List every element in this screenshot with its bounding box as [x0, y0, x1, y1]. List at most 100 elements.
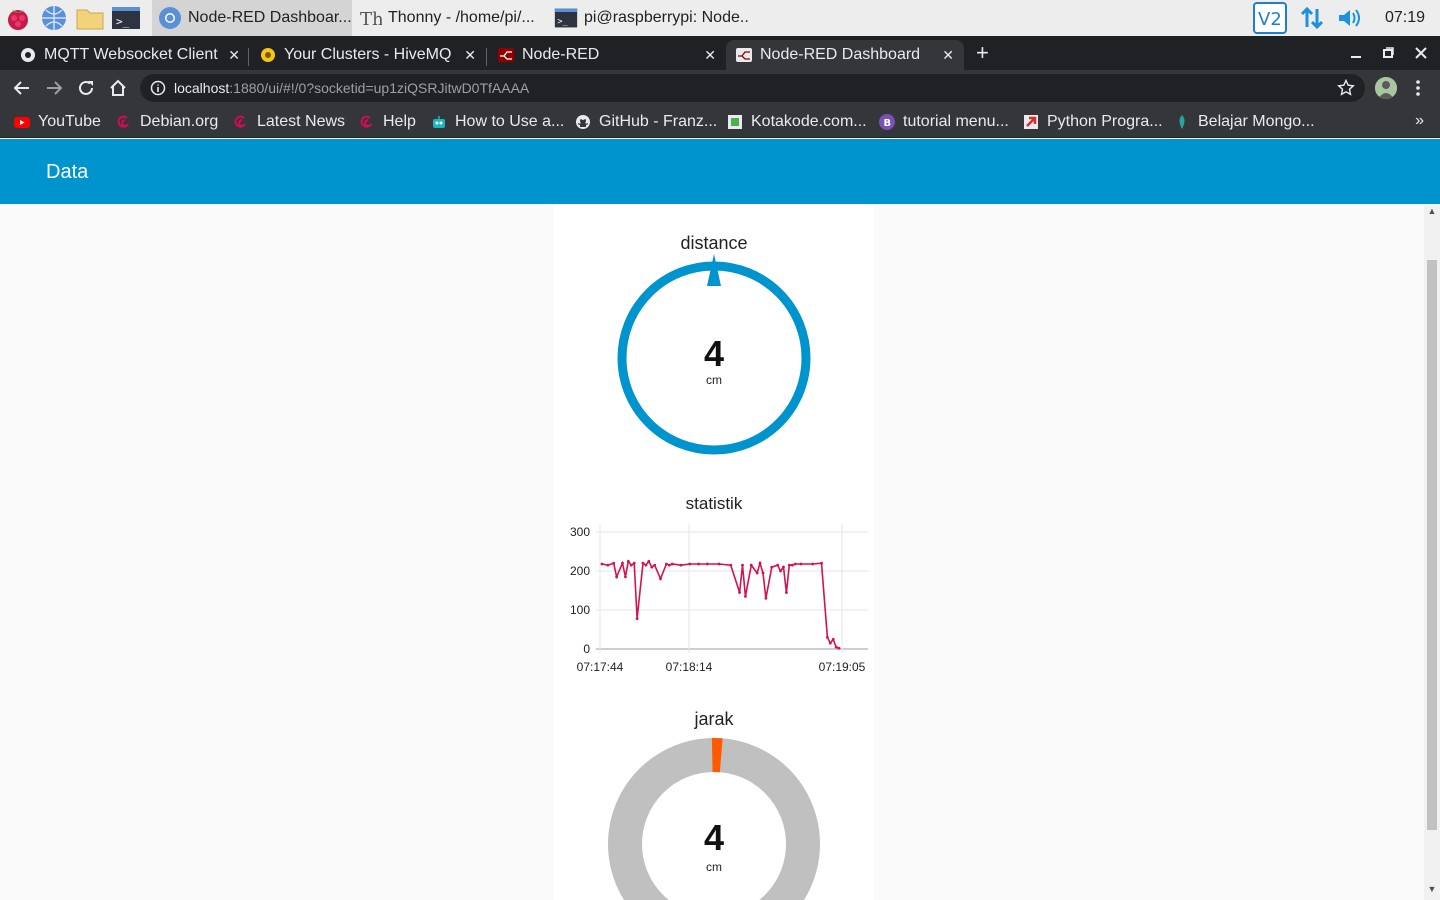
chart-series-line	[601, 559, 840, 649]
chart-data-point	[749, 563, 753, 567]
bookmark-youtube[interactable]: YouTube	[14, 112, 101, 132]
url-host: localhost	[174, 80, 230, 96]
reload-icon[interactable]	[74, 76, 98, 100]
debian-swirl-icon	[234, 115, 246, 128]
bookmark-label: Belajar Mongo...	[1198, 113, 1315, 130]
bookmark-github[interactable]: GitHub - Franz...	[575, 112, 717, 132]
chart-y-tick-label: 200	[570, 564, 590, 578]
chart-data-point	[667, 563, 671, 567]
taskbar-task-chromium[interactable]: Node-RED Dashboar...	[152, 0, 352, 36]
tab-node-red[interactable]: Node-RED ✕	[488, 40, 726, 70]
chart-data-point	[784, 591, 788, 594]
bookmark-belajar-mongo[interactable]: Belajar Mongo...	[1174, 112, 1315, 132]
distance-gauge-value: 4	[704, 333, 724, 374]
raspberry-menu-icon[interactable]	[0, 0, 36, 36]
bookmark-debian[interactable]: Debian.org	[116, 112, 218, 132]
tab-mqtt-websocket-client[interactable]: MQTT Websocket Client ✕	[10, 40, 250, 70]
taskbar-clock[interactable]: 07:19	[1370, 9, 1440, 27]
chart-data-point	[688, 562, 692, 566]
tab-hivemq-clusters[interactable]: Your Clusters - HiveMQ C ✕	[250, 40, 486, 70]
dashboard-content: distance 4 cm statistik 300 200 100 0 07:17:…	[0, 204, 1424, 900]
home-icon[interactable]	[106, 76, 130, 100]
chart-data-point	[837, 646, 841, 650]
dashboard-title: Data	[46, 161, 89, 183]
back-arrow-icon[interactable]	[10, 76, 34, 100]
bookmark-how-to-use[interactable]: How to Use a...	[431, 112, 564, 132]
bookmark-label: Help	[383, 113, 416, 130]
chart-data-point	[758, 561, 762, 565]
chart-y-tick-label: 100	[570, 603, 590, 617]
bookmark-python-progra[interactable]: Python Progra...	[1023, 112, 1163, 132]
web-browser-launcher-icon[interactable]	[36, 0, 72, 36]
taskbar-task-terminal[interactable]: >_ pi@raspberrypi: Node...	[548, 0, 748, 36]
bookmarks-overflow-chevron[interactable]: »	[1415, 112, 1424, 130]
address-bar[interactable]: localhost:1880/ui/#!/0?socketid=up1ziQSR…	[140, 74, 1365, 102]
chart-x-tick-label: 07:18:14	[666, 660, 713, 674]
forward-arrow-icon[interactable]	[42, 76, 66, 100]
bookmark-tutorial-menu[interactable]: B tutorial menu...	[879, 112, 1009, 132]
tab-separator	[486, 48, 487, 66]
network-transfer-icon[interactable]	[1292, 0, 1332, 36]
browser-menu-icon[interactable]	[1410, 76, 1426, 100]
jarak-gauge-label: jarak	[693, 709, 734, 729]
globe-icon	[21, 48, 35, 62]
profile-avatar[interactable]	[1375, 77, 1397, 99]
svg-text:>_: >_	[557, 17, 568, 27]
minimize-window-icon[interactable]	[1340, 36, 1372, 70]
chart-data-point	[653, 563, 657, 567]
close-tab-icon[interactable]: ✕	[704, 47, 716, 64]
maximize-window-icon[interactable]	[1372, 36, 1404, 70]
bookmark-latest-news[interactable]: Latest News	[233, 112, 345, 132]
bookmark-label: YouTube	[38, 113, 101, 130]
bookmark-help[interactable]: Help	[359, 112, 416, 132]
chart-data-point	[825, 635, 829, 639]
chart-data-point	[615, 575, 619, 579]
terminal-icon: >_	[554, 8, 578, 28]
bookmark-label: Latest News	[257, 113, 346, 130]
volume-icon[interactable]	[1332, 0, 1370, 36]
close-tab-icon[interactable]: ✕	[942, 47, 954, 64]
taskbar-task-thonny[interactable]: Th Thonny - /home/pi/...	[352, 0, 548, 36]
chart-data-point	[779, 569, 782, 573]
page-scrollbar[interactable]: ▲ ▼	[1424, 204, 1440, 900]
taskbar-task-label: pi@raspberrypi: Node...	[584, 9, 748, 26]
bookmark-kotakode[interactable]: Kotakode.com...	[727, 112, 867, 132]
tab-title: Node-RED	[522, 46, 600, 63]
close-tab-icon[interactable]: ✕	[228, 47, 240, 64]
chart-y-tick-label: 300	[570, 525, 590, 539]
bookmarks-bar: YouTube Debian.org Latest News Help How …	[0, 106, 1440, 138]
scroll-down-arrow-icon[interactable]: ▼	[1424, 884, 1440, 898]
youtube-icon	[14, 117, 30, 128]
close-window-icon[interactable]	[1405, 36, 1437, 70]
jarak-gauge-value: 4	[704, 817, 724, 858]
chart-data-point	[650, 565, 654, 569]
tab-node-red-dashboard[interactable]: Node-RED Dashboard ✕	[726, 40, 964, 70]
scroll-up-arrow-icon[interactable]: ▲	[1424, 206, 1440, 220]
chart-data-point	[828, 641, 832, 645]
chart-data-point	[787, 563, 791, 567]
bookmark-star-icon[interactable]	[1337, 79, 1355, 97]
chart-data-point	[670, 562, 674, 566]
url-path: :1880/ui/#!/0?socketid=up1ziQSRJitwD0TfA…	[229, 80, 530, 96]
distance-gauge-units: cm	[706, 373, 722, 387]
bootstrap-icon: B	[879, 114, 895, 130]
url-text[interactable]: localhost:1880/ui/#!/0?socketid=up1ziQSR…	[174, 80, 529, 96]
chart-data-point	[799, 562, 803, 566]
robot-icon	[433, 116, 445, 128]
chart-x-tick-label: 07:19:05	[819, 660, 866, 674]
chart-data-point	[831, 637, 835, 641]
close-tab-icon[interactable]: ✕	[464, 47, 476, 64]
chart-data-point	[755, 571, 759, 575]
chart-data-point	[626, 559, 630, 563]
new-tab-plus-icon[interactable]: +	[976, 40, 989, 66]
vnc-icon[interactable]: V2	[1248, 0, 1292, 36]
chart-data-point	[606, 563, 610, 567]
tab-separator	[248, 48, 249, 66]
bookmark-label: How to Use a...	[455, 113, 565, 130]
chart-data-point	[644, 563, 648, 567]
terminal-launcher-icon[interactable]: >_	[108, 0, 144, 36]
file-manager-launcher-icon[interactable]	[72, 0, 108, 36]
chart-data-point	[621, 561, 624, 565]
site-info-icon[interactable]	[150, 80, 166, 96]
scrollbar-thumb[interactable]	[1427, 260, 1437, 830]
